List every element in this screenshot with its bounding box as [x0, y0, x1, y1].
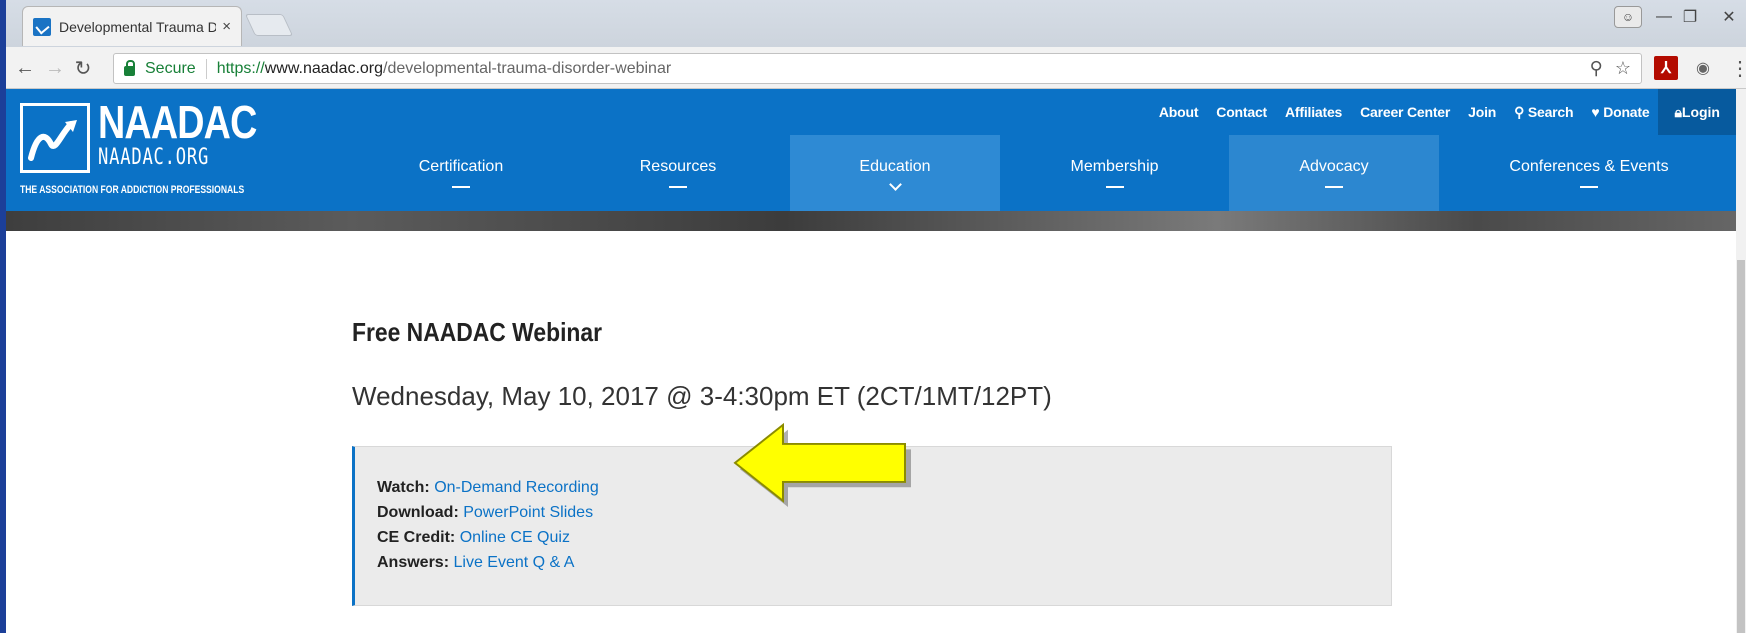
yellow-arrow-annotation-icon: [733, 423, 911, 508]
dash-icon: [669, 186, 687, 188]
utility-link-join[interactable]: Join: [1459, 104, 1505, 120]
donate-label: Donate: [1603, 104, 1650, 120]
acrobat-extension-icon[interactable]: ⅄: [1654, 56, 1678, 80]
utility-link-donate[interactable]: ♥ Donate: [1582, 104, 1658, 120]
naadac-logo[interactable]: NAADAC NAADAC.ORG THE ASSOCIATION FOR AD…: [20, 99, 257, 203]
tab-close-icon[interactable]: ×: [222, 18, 231, 35]
nav-education[interactable]: Education: [790, 135, 1000, 211]
login-button[interactable]: 🔒︎ Login: [1658, 89, 1736, 135]
logo-emblem-icon: [20, 103, 90, 173]
live-event-qa-link[interactable]: Live Event Q & A: [453, 554, 574, 571]
dash-icon: [1325, 186, 1343, 188]
lock-icon: [124, 59, 135, 76]
login-label: Login: [1681, 104, 1720, 120]
on-demand-recording-link[interactable]: On-Demand Recording: [434, 479, 599, 496]
resource-label: Answers:: [377, 554, 450, 571]
main-nav: Certification Resources Education Member…: [356, 135, 1739, 211]
search-icon: ⚲: [1514, 103, 1528, 120]
utility-link-about[interactable]: About: [1150, 104, 1207, 120]
heart-icon: ♥: [1591, 104, 1604, 120]
browser-tab[interactable]: Developmental Trauma D ×: [22, 6, 242, 46]
camera-extension-icon[interactable]: ◉: [1691, 56, 1715, 80]
profile-icon[interactable]: ☺: [1614, 6, 1642, 28]
nav-label: Conferences & Events: [1509, 158, 1669, 175]
url-host: www.naadac.org: [264, 59, 384, 77]
nav-membership[interactable]: Membership: [1000, 135, 1229, 211]
nav-label: Advocacy: [1299, 158, 1369, 175]
address-bar[interactable]: Secure https:// www.naadac.org /developm…: [113, 53, 1642, 84]
resource-label: CE Credit:: [377, 529, 456, 546]
forward-icon[interactable]: →: [42, 55, 68, 81]
search-label: Search: [1527, 103, 1574, 120]
resource-row-ce-credit: CE Credit: Online CE Quiz: [377, 525, 1369, 550]
nav-conferences-events[interactable]: Conferences & Events: [1439, 135, 1739, 211]
url-path: /developmental-trauma-disorder-webinar: [383, 59, 672, 77]
dash-icon: [1105, 186, 1124, 188]
browser-tab-bar: Developmental Trauma D × ☺ — ❐ ✕: [6, 0, 1746, 47]
minimize-icon[interactable]: —: [1652, 6, 1676, 28]
logo-url: NAADAC.ORG: [98, 145, 210, 170]
reload-icon[interactable]: ↻: [70, 55, 96, 81]
nav-advocacy[interactable]: Advocacy: [1229, 135, 1439, 211]
restore-icon[interactable]: ❐: [1678, 6, 1702, 28]
utility-nav: About Contact Affiliates Career Center J…: [1150, 89, 1736, 135]
bookmark-star-icon[interactable]: ☆: [1615, 58, 1631, 79]
utility-link-search[interactable]: ⚲ Search: [1505, 104, 1582, 121]
nav-label: Education: [859, 157, 931, 175]
site-header: NAADAC NAADAC.ORG THE ASSOCIATION FOR AD…: [6, 89, 1736, 211]
utility-link-career-center[interactable]: Career Center: [1351, 104, 1459, 120]
page-title: Free NAADAC Webinar: [352, 317, 603, 347]
webinar-date: Wednesday, May 10, 2017 @ 3-4:30pm ET (2…: [352, 381, 1052, 411]
nav-resources[interactable]: Resources: [566, 135, 790, 211]
nav-label: Membership: [1070, 158, 1159, 175]
zoom-icon[interactable]: ⚲: [1590, 58, 1603, 79]
tab-title: Developmental Trauma D: [59, 18, 217, 35]
back-icon[interactable]: ←: [12, 55, 38, 81]
new-tab-button[interactable]: [244, 14, 294, 36]
nav-certification[interactable]: Certification: [356, 135, 566, 211]
naadac-favicon-icon: [33, 17, 51, 36]
resource-label: Watch:: [377, 479, 430, 496]
logo-tagline: THE ASSOCIATION FOR ADDICTION PROFESSION…: [20, 184, 245, 196]
url-scheme: https://: [216, 59, 265, 77]
hero-image-strip: [6, 211, 1736, 231]
browser-toolbar: ← → ↻ Secure https:// www.naadac.org /de…: [6, 47, 1746, 89]
dash-icon: [452, 186, 470, 188]
browser-menu-icon[interactable]: ⋮: [1728, 56, 1746, 80]
logo-title: NAADAC: [98, 96, 257, 148]
nav-label: Resources: [639, 158, 717, 175]
close-window-icon[interactable]: ✕: [1716, 6, 1742, 28]
nav-label: Certification: [418, 158, 504, 175]
online-ce-quiz-link[interactable]: Online CE Quiz: [460, 529, 570, 546]
resource-row-answers: Answers: Live Event Q & A: [377, 550, 1369, 575]
chevron-down-icon: [888, 177, 902, 191]
lock-icon: 🔒︎: [1674, 103, 1682, 120]
powerpoint-slides-link[interactable]: PowerPoint Slides: [463, 504, 593, 521]
secure-label: Secure: [145, 59, 196, 77]
page-viewport: NAADAC NAADAC.ORG THE ASSOCIATION FOR AD…: [6, 89, 1736, 633]
utility-link-affiliates[interactable]: Affiliates: [1276, 104, 1351, 120]
scrollbar-thumb[interactable]: [1737, 260, 1745, 633]
dash-icon: [1580, 186, 1598, 188]
utility-link-contact[interactable]: Contact: [1207, 104, 1276, 120]
resource-label: Download:: [377, 504, 459, 521]
omnibox-divider: [205, 58, 207, 79]
